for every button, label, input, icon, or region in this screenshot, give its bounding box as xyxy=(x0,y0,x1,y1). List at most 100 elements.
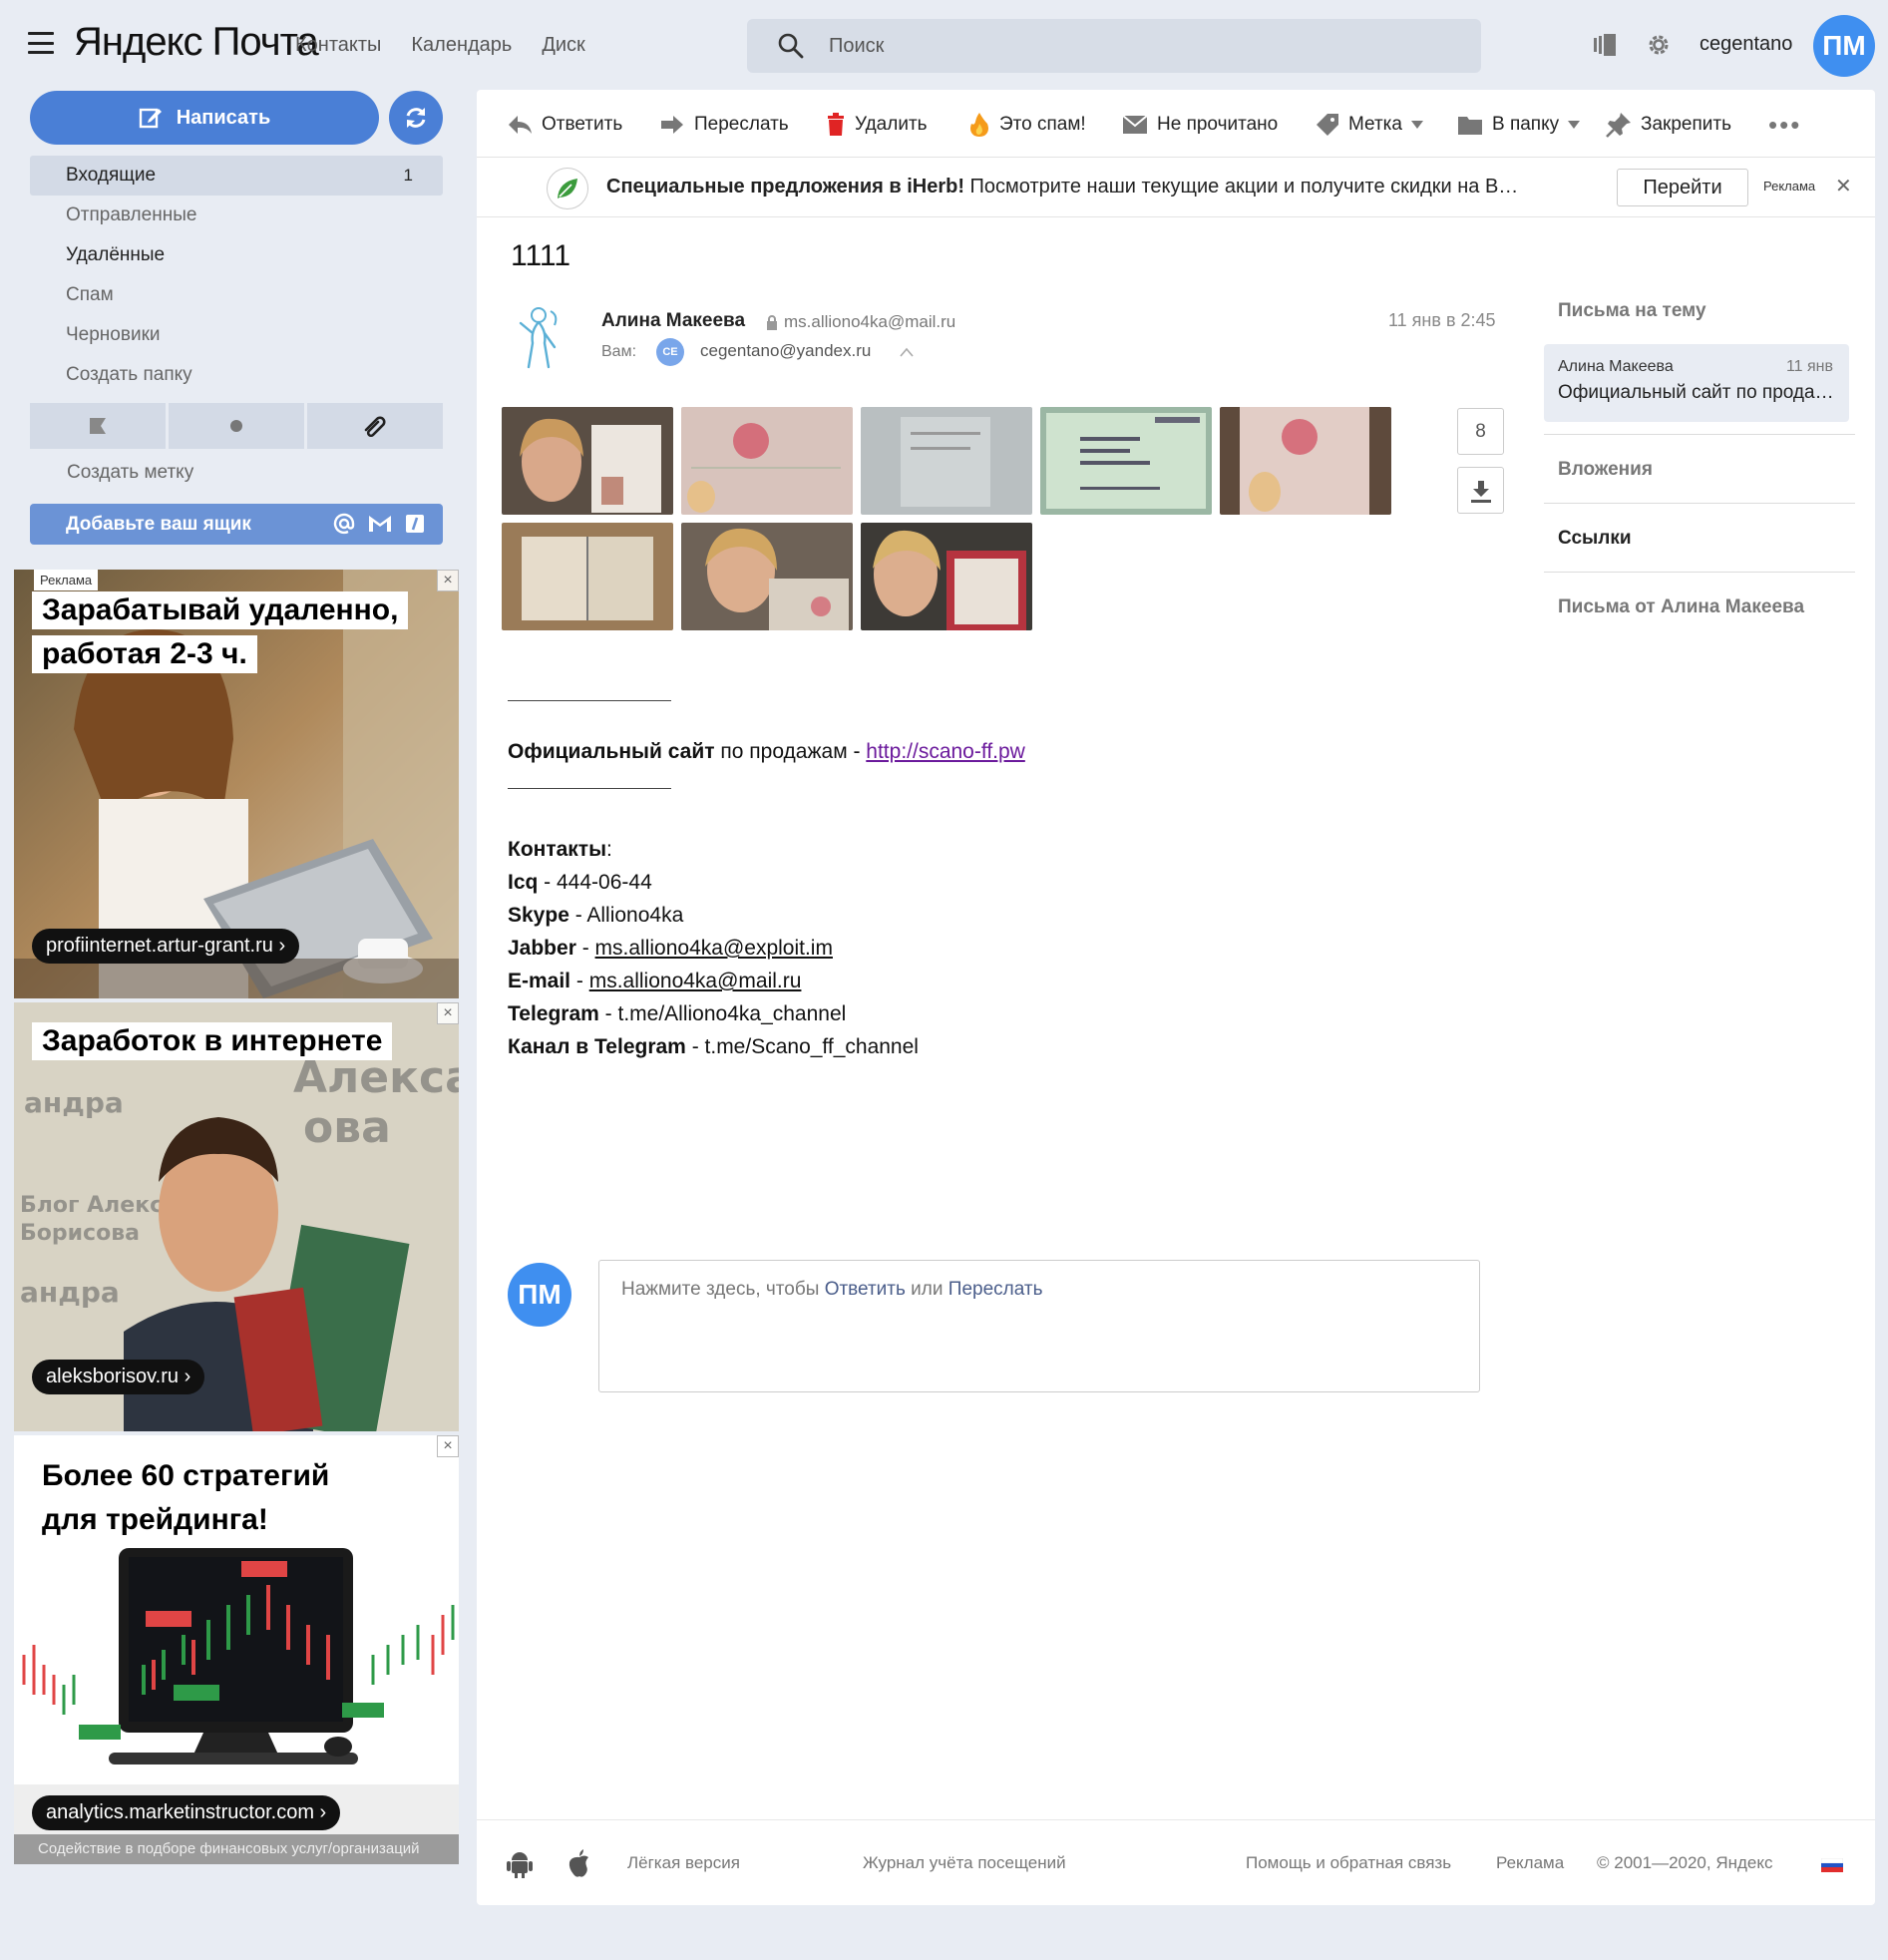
attachment-thumbnail[interactable] xyxy=(1040,407,1212,515)
folder-drafts[interactable]: Черновики xyxy=(30,315,443,355)
close-icon[interactable]: ✕ xyxy=(1835,174,1852,198)
nav-disk[interactable]: Диск xyxy=(542,34,584,57)
message-date: 11 янв в 2:45 xyxy=(1388,310,1496,330)
close-icon[interactable]: × xyxy=(437,1435,459,1457)
delete-button[interactable]: Удалить xyxy=(826,110,928,140)
contact-jabber: Jabber - ms.alliono4ka@exploit.im xyxy=(508,937,833,960)
filter-attachments[interactable] xyxy=(307,403,443,449)
folder-deleted[interactable]: Удалённые xyxy=(30,235,443,275)
create-label-link[interactable]: Создать метку xyxy=(67,462,193,484)
jabber-link[interactable]: ms.alliono4ka@exploit.im xyxy=(595,937,833,960)
more-options-icon[interactable]: ••• xyxy=(1768,110,1801,140)
sidebar-ad-2[interactable]: андра Алекса ова Блог Александ Борисова … xyxy=(14,1002,459,1431)
attachment-thumbnail[interactable] xyxy=(861,523,1032,630)
filter-unread[interactable] xyxy=(169,403,304,449)
refresh-icon xyxy=(406,108,426,128)
sponsored-bar: Специальные предложения в iHerb! Посмотр… xyxy=(477,158,1875,217)
language-flag-icon[interactable] xyxy=(1821,1858,1843,1872)
attachment-thumbnail[interactable] xyxy=(861,407,1032,515)
svg-text:ова: ова xyxy=(303,1102,391,1153)
attachment-thumbnail[interactable] xyxy=(681,407,853,515)
close-icon[interactable]: × xyxy=(437,570,459,591)
attachments-section[interactable]: Вложения xyxy=(1558,459,1653,481)
folder-inbox[interactable]: Входящие 1 xyxy=(30,156,443,196)
spam-button[interactable]: Это спам! xyxy=(968,110,1086,140)
top-nav: Контакты Календарь Диск xyxy=(295,34,585,57)
apple-icon[interactable] xyxy=(566,1848,592,1878)
move-to-folder-button[interactable]: В папку xyxy=(1457,110,1581,140)
pin-button[interactable]: Закрепить xyxy=(1606,110,1731,140)
recipient-email[interactable]: cegentano@yandex.ru xyxy=(700,341,871,361)
help-link[interactable]: Помощь и обратная связь xyxy=(1246,1853,1451,1873)
fire-icon xyxy=(970,113,988,137)
folder-spam[interactable]: Спам xyxy=(30,275,443,315)
message-body: Официальный сайт по продажам - http://sc… xyxy=(508,700,1025,1063)
chevron-up-icon[interactable] xyxy=(900,347,914,357)
sidebar-ad-1[interactable]: Реклама × Зарабатывай удаленно, работая 2… xyxy=(14,570,459,998)
sidebar-ad-3[interactable]: × Более 60 стратегий для трейдинга! analy… xyxy=(14,1435,459,1864)
message-toolbar: Ответить Переслать Удалить Это спам! Не … xyxy=(477,90,1875,158)
folder-icon xyxy=(1458,117,1482,135)
search-input[interactable] xyxy=(829,19,1447,73)
label-button[interactable]: Метка xyxy=(1316,110,1423,140)
attachment-thumbnail[interactable] xyxy=(502,407,673,515)
links-section[interactable]: Ссылки xyxy=(1558,528,1632,550)
folder-sent[interactable]: Отправленные xyxy=(30,196,443,235)
contact-telegram-channel: Канал в Telegram - t.me/Scano_ff_channel xyxy=(508,1035,919,1058)
android-icon[interactable] xyxy=(507,1850,533,1878)
logo[interactable]: Яндекс Почта xyxy=(74,20,319,65)
gmail-icon xyxy=(369,516,391,532)
quick-forward-link[interactable]: Переслать xyxy=(948,1279,1043,1300)
compose-button[interactable]: Написать xyxy=(30,91,379,145)
sponsored-text[interactable]: Специальные предложения в iHerb! Посмотр… xyxy=(606,176,1604,198)
sender-avatar[interactable] xyxy=(511,301,566,371)
attachment-thumbnail[interactable] xyxy=(1220,407,1391,515)
filter-flagged[interactable] xyxy=(30,403,166,449)
ad-domain[interactable]: profiinternet.artur-grant.ru › xyxy=(32,929,300,964)
username[interactable]: cegentano xyxy=(1699,33,1792,56)
menu-icon[interactable] xyxy=(28,32,54,54)
ad-domain[interactable]: analytics.marketinstructor.com › xyxy=(32,1795,341,1830)
nav-calendar[interactable]: Календарь xyxy=(411,34,512,57)
gear-icon[interactable] xyxy=(1646,32,1672,58)
reply-button[interactable]: Ответить xyxy=(507,110,622,140)
attachment-thumbnail[interactable] xyxy=(681,523,853,630)
email-link[interactable]: ms.alliono4ka@mail.ru xyxy=(589,970,802,992)
user-avatar[interactable]: ПМ xyxy=(1813,15,1875,77)
chevron-down-icon xyxy=(1410,121,1423,129)
trash-icon xyxy=(828,113,844,136)
visit-log-link[interactable]: Журнал учёта посещений xyxy=(863,1853,1066,1873)
create-folder-link[interactable]: Создать папку xyxy=(30,355,443,395)
ads-link[interactable]: Реклама xyxy=(1496,1853,1564,1873)
ad-domain[interactable]: aleksborisov.ru › xyxy=(32,1360,205,1394)
sponsored-goto-button[interactable]: Перейти xyxy=(1617,169,1748,206)
svg-text:андра: андра xyxy=(24,1086,124,1119)
quick-reply-link[interactable]: Ответить xyxy=(825,1279,906,1300)
add-mailbox-button[interactable]: Добавьте ваш ящик xyxy=(30,504,443,545)
body-site-line: Официальный сайт по продажам - http://sc… xyxy=(508,740,1025,763)
inbox-count: 1 xyxy=(403,166,413,185)
nav-contacts[interactable]: Контакты xyxy=(295,34,381,57)
recipient-avatar: CE xyxy=(656,338,684,366)
reply-icon xyxy=(509,116,532,134)
attachment-thumbnail[interactable] xyxy=(502,523,673,630)
download-all-button[interactable] xyxy=(1457,467,1504,514)
layout-toggle-icon[interactable] xyxy=(1592,32,1618,58)
thread-item[interactable]: Алина Макеева 11 янв Официальный сайт по… xyxy=(1544,344,1849,422)
site-link[interactable]: http://scano-ff.pw xyxy=(866,740,1025,763)
refresh-button[interactable] xyxy=(389,91,443,145)
sender-email[interactable]: ms.alliono4ka@mail.ru xyxy=(766,312,955,332)
contacts-heading: Контакты: xyxy=(508,838,612,861)
close-icon[interactable]: × xyxy=(437,1002,459,1024)
sender-name[interactable]: Алина Макеева xyxy=(601,310,745,332)
outlook-icon xyxy=(406,515,424,533)
recipient-label: Вам: xyxy=(601,343,637,360)
dot-icon xyxy=(230,420,242,432)
forward-button[interactable]: Переслать xyxy=(659,110,789,140)
lite-version-link[interactable]: Лёгкая версия xyxy=(627,1853,740,1873)
attachments-count[interactable]: 8 xyxy=(1457,408,1504,455)
mark-unread-button[interactable]: Не прочитано xyxy=(1122,110,1278,140)
from-sender-section[interactable]: Письма от Алина Макеева xyxy=(1558,596,1804,618)
quick-reply-box[interactable]: Нажмите здесь, чтобы Ответить или Пересл… xyxy=(598,1260,1480,1392)
ad-headline: Заработок в интернете xyxy=(32,1022,393,1066)
